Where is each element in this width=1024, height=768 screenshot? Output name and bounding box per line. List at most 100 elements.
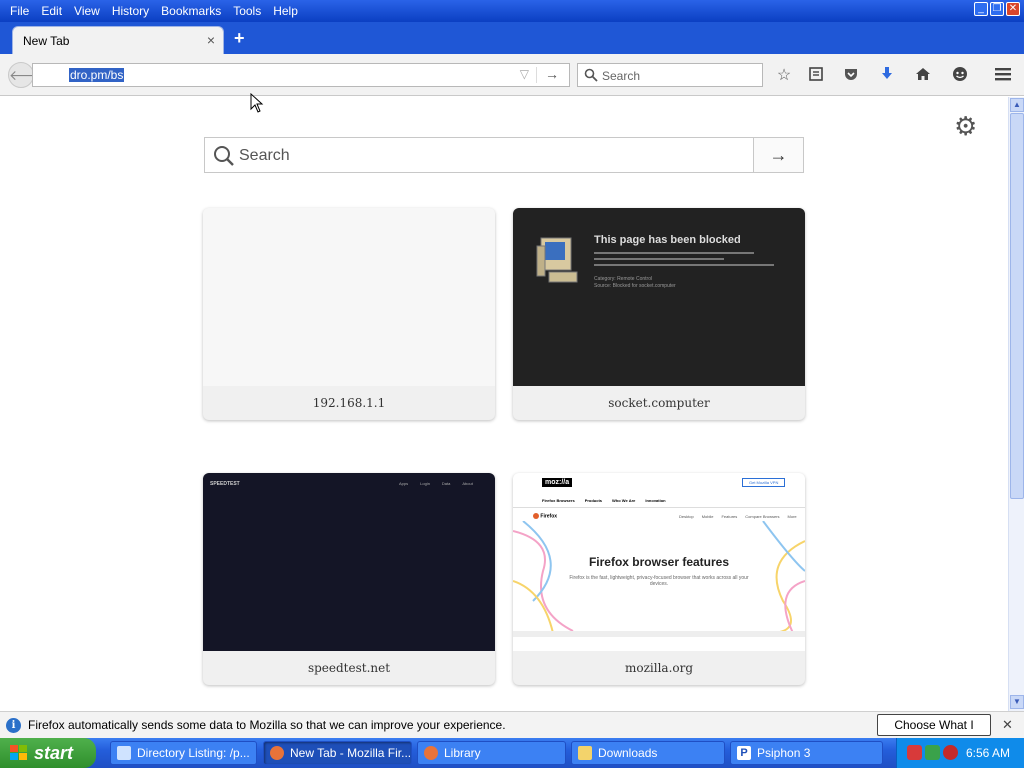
new-tab-page: ⚙ Search → 192.168.1.1 This page has bee… [0,97,1008,711]
mozilla-nav-item: Firefox Browsers [542,498,575,503]
blocked-text-lines [594,252,774,274]
taskbar-item-downloads[interactable]: Downloads [571,741,725,765]
document-icon [117,746,131,760]
start-button[interactable]: start [0,738,96,768]
menu-bar: File Edit View History Bookmarks Tools H… [0,0,1024,22]
newtab-search-placeholder: Search [239,147,290,164]
top-site-tile[interactable]: SPEEDTEST Apps Login Data About speedtes… [203,473,495,685]
tile-thumbnail [203,208,495,386]
top-site-tile[interactable]: moz://a Get Mozilla VPN Firefox Browsers… [513,473,805,685]
taskbar-item-label: Downloads [598,746,658,760]
mozilla-nav: Firefox Browsers Products Who We Are Inn… [542,498,666,503]
security-shield-icon[interactable] [943,745,958,760]
windows-flag-icon [10,745,27,760]
scroll-down-icon[interactable]: ▼ [1010,695,1024,709]
mozilla-vpn-button: Get Mozilla VPN [742,478,786,487]
blocked-source: Source: Blocked for socket.computer [594,283,676,289]
menu-tools[interactable]: Tools [227,4,267,18]
menu-bookmarks[interactable]: Bookmarks [155,4,227,18]
search-placeholder: Search [602,69,641,83]
firefox-subnav-item: Features [721,514,738,519]
menu-help[interactable]: Help [267,4,304,18]
notification-message: Firefox automatically sends some data to… [28,718,506,732]
mozilla-logo: moz://a [542,478,573,487]
newtab-search-go-button[interactable]: → [753,138,803,172]
taskbar-item-label: New Tab - Mozilla Fir... [290,746,412,760]
taskbar-item-new-tab[interactable]: New Tab - Mozilla Fir... [263,741,412,765]
tab-close-icon[interactable]: × [207,32,215,48]
menu-edit[interactable]: Edit [35,4,68,18]
tab-strip: New Tab × + [0,22,1024,54]
taskbar-item-label: Library [444,746,481,760]
speedtest-nav-item: About [462,481,473,486]
search-icon [214,146,234,166]
divider [513,507,805,508]
go-arrow-icon[interactable]: → [545,66,559,82]
menu-file[interactable]: File [4,4,35,18]
tile-thumbnail: moz://a Get Mozilla VPN Firefox Browsers… [513,473,805,651]
taskbar-item-library[interactable]: Library [417,741,566,765]
restore-button[interactable]: ❐ [990,2,1004,16]
tile-label: speedtest.net [307,661,391,675]
taskbar-item-psiphon[interactable]: P Psiphon 3 [730,741,883,765]
folder-icon [578,746,592,760]
blocked-category: Category: Remote Control [594,276,653,282]
firefox-subnav-item: Mobile [701,514,714,519]
psiphon-tray-icon[interactable] [907,745,922,760]
top-site-tile[interactable]: This page has been blocked Category: Rem… [513,208,805,420]
computer-icon [536,237,578,283]
url-dropdown-icon[interactable]: ▽ [520,67,529,81]
taskbar-item-directory-listing[interactable]: Directory Listing: /p... [110,741,257,765]
hello-chat-icon[interactable] [950,66,970,86]
reading-list-icon[interactable] [806,66,826,86]
hamburger-menu-icon[interactable] [993,66,1013,86]
network-tray-icon[interactable] [925,745,940,760]
pocket-icon[interactable] [841,66,861,86]
firefox-subnav-item: Desktop [679,514,694,519]
clock: 6:56 AM [965,746,1010,760]
speedtest-nav-item: Login [420,481,430,486]
top-site-tile[interactable]: 192.168.1.1 [203,208,495,420]
new-tab-button[interactable]: + [234,28,245,49]
tile-label: mozilla.org [624,661,694,675]
close-window-button[interactable]: ✕ [1006,2,1020,16]
navigation-toolbar: 🡐 dro.pm/bs ▽ → Search ☆ [0,54,1024,96]
blocked-title: This page has been blocked [594,234,741,246]
firefox-icon [424,746,438,760]
back-button[interactable]: 🡐 [8,62,47,88]
speedtest-nav-item: Data [441,481,451,486]
scroll-thumb[interactable] [1010,113,1024,499]
system-tray: 6:56 AM [896,738,1024,768]
tile-thumbnail: This page has been blocked Category: Rem… [513,208,805,386]
firefox-subnav-item: Compare Browsers [745,514,780,519]
scroll-up-icon[interactable]: ▲ [1010,98,1024,112]
menu-view[interactable]: View [68,4,106,18]
home-icon[interactable] [913,66,933,86]
data-reporting-notification: i Firefox automatically sends some data … [0,711,1024,752]
mouse-cursor-icon [250,93,264,113]
taskbar-item-label: Directory Listing: /p... [137,746,250,760]
tile-label: 192.168.1.1 [312,396,386,410]
url-separator [536,67,537,83]
gear-icon[interactable]: ⚙ [954,111,977,142]
bookmark-star-icon[interactable]: ☆ [774,66,794,86]
minimize-button[interactable]: _ [974,2,988,16]
info-icon: i [6,718,21,733]
newtab-search-input[interactable]: Search → [204,137,804,173]
tab-new-tab[interactable]: New Tab × [12,26,224,54]
start-label: start [34,743,74,763]
toolbar-search-input[interactable]: Search [577,63,763,87]
download-icon[interactable] [877,66,897,86]
vertical-scrollbar[interactable]: ▲ ▼ [1008,97,1024,711]
url-text[interactable]: dro.pm/bs [69,68,125,82]
speedtest-nav: Apps Login Data About [399,481,473,486]
firefox-subnav: Desktop Mobile Features Compare Browsers… [679,514,797,519]
psiphon-icon: P [737,746,751,760]
choose-what-i-share-button[interactable]: Choose What I Share [877,714,991,752]
close-notification-icon[interactable]: ✕ [1002,717,1013,733]
menu-history[interactable]: History [106,4,155,18]
speedtest-brand: SPEEDTEST [210,481,240,487]
url-bar[interactable]: dro.pm/bs ▽ → [32,63,570,87]
firefox-subnav-item: More [787,514,797,519]
tile-thumbnail: SPEEDTEST Apps Login Data About [203,473,495,651]
